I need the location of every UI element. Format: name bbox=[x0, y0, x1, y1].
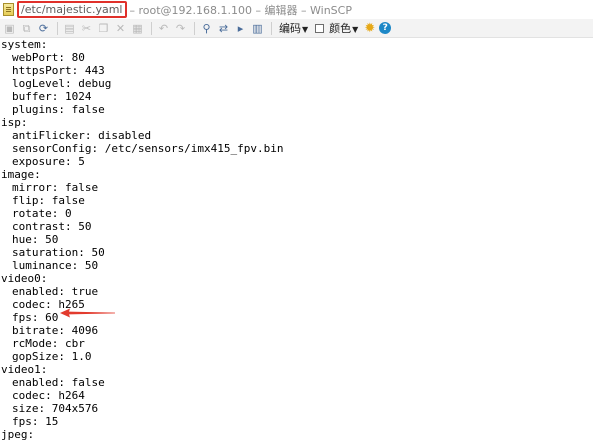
editor-toolbar: ▣ ⧉ ⟳ ▤ ✂ ❐ ✕ ▦ ↶ ↷ ⚲ ⇄ ▸ ▥ 编码▼ 颜色▼ ✹ ? bbox=[0, 19, 593, 38]
undo-icon[interactable]: ↶ bbox=[156, 21, 171, 36]
editor-line: system: bbox=[1, 38, 48, 51]
editor-line: plugins: false bbox=[12, 103, 105, 116]
gear-icon[interactable]: ✹ bbox=[364, 21, 375, 36]
red-arrow-annotation bbox=[60, 308, 115, 318]
editor-line: buffer: 1024 bbox=[12, 90, 92, 103]
editor-line: rcMode: cbr bbox=[12, 337, 85, 350]
editor-line: fps: 15 bbox=[12, 415, 59, 428]
toolbar-separator bbox=[271, 21, 272, 35]
color-menu[interactable]: 颜色▼ bbox=[329, 20, 358, 36]
chevron-down-icon: ▼ bbox=[352, 25, 359, 34]
editor-line: mirror: false bbox=[12, 181, 99, 194]
editor-line: enabled: true bbox=[12, 285, 99, 298]
editor-line: isp: bbox=[1, 116, 28, 129]
find-next-icon[interactable]: ▸ bbox=[233, 21, 248, 36]
title-bar: /etc/majestic.yaml – root@192.168.1.100 … bbox=[0, 0, 593, 19]
toolbar-separator bbox=[57, 21, 58, 35]
editor-line: httpsPort: 443 bbox=[12, 64, 105, 77]
text-editor-area[interactable]: system: webPort: 80 httpsPort: 443 logLevel… bbox=[0, 38, 593, 441]
save-all-icon[interactable]: ⧉ bbox=[19, 21, 34, 36]
replace-icon[interactable]: ⇄ bbox=[216, 21, 231, 36]
toolbar-separator bbox=[194, 21, 195, 35]
help-icon[interactable]: ? bbox=[379, 22, 392, 34]
copy-icon[interactable]: ❐ bbox=[96, 21, 111, 36]
cut-icon[interactable]: ✂ bbox=[79, 21, 94, 36]
file-path-title: /etc/majestic.yaml bbox=[17, 1, 127, 18]
editor-line: contrast: 50 bbox=[12, 220, 92, 233]
encoding-menu[interactable]: 编码▼ bbox=[279, 20, 308, 36]
delete-icon[interactable]: ✕ bbox=[113, 21, 128, 36]
editor-line: size: 704x576 bbox=[12, 402, 99, 415]
redo-icon[interactable]: ↷ bbox=[173, 21, 188, 36]
editor-line: rotate: 0 bbox=[12, 207, 72, 220]
toolbar-separator bbox=[151, 21, 152, 35]
editor-line: enabled: false bbox=[12, 376, 105, 389]
reload-icon[interactable]: ⟳ bbox=[36, 21, 51, 36]
editor-line: antiFlicker: disabled bbox=[12, 129, 152, 142]
editor-line: codec: h264 bbox=[12, 389, 85, 402]
color-checkbox[interactable] bbox=[315, 23, 325, 33]
editor-line: sensorConfig: /etc/sensors/imx415_fpv.bi… bbox=[12, 142, 284, 155]
goto-line-icon[interactable]: ▥ bbox=[250, 21, 265, 36]
chevron-down-icon: ▼ bbox=[302, 25, 309, 34]
editor-line: webPort: 80 bbox=[12, 51, 85, 64]
editor-line: flip: false bbox=[12, 194, 85, 207]
save-icon[interactable]: ▣ bbox=[2, 21, 17, 36]
editor-line: logLevel: debug bbox=[12, 77, 112, 90]
editor-line: jpeg: bbox=[1, 428, 35, 441]
editor-line: bitrate: 4096 bbox=[12, 324, 99, 337]
select-all-icon[interactable]: ▦ bbox=[130, 21, 145, 36]
editor-line: exposure: 5 bbox=[12, 155, 85, 168]
editor-line: hue: 50 bbox=[12, 233, 59, 246]
editor-line: saturation: 50 bbox=[12, 246, 105, 259]
color-label: 颜色 bbox=[329, 22, 352, 35]
editor-app-icon bbox=[3, 3, 14, 16]
editor-line: gopSize: 1.0 bbox=[12, 350, 92, 363]
window-title-rest: – root@192.168.1.100 – 编辑器 – WinSCP bbox=[129, 3, 352, 17]
editor-line: video0: bbox=[1, 272, 48, 285]
editor-line: image: bbox=[1, 168, 41, 181]
find-icon[interactable]: ⚲ bbox=[199, 21, 214, 36]
editor-line: video1: bbox=[1, 363, 48, 376]
editor-line: luminance: 50 bbox=[12, 259, 99, 272]
paste-icon[interactable]: ▤ bbox=[62, 21, 77, 36]
encoding-label: 编码 bbox=[279, 22, 301, 35]
